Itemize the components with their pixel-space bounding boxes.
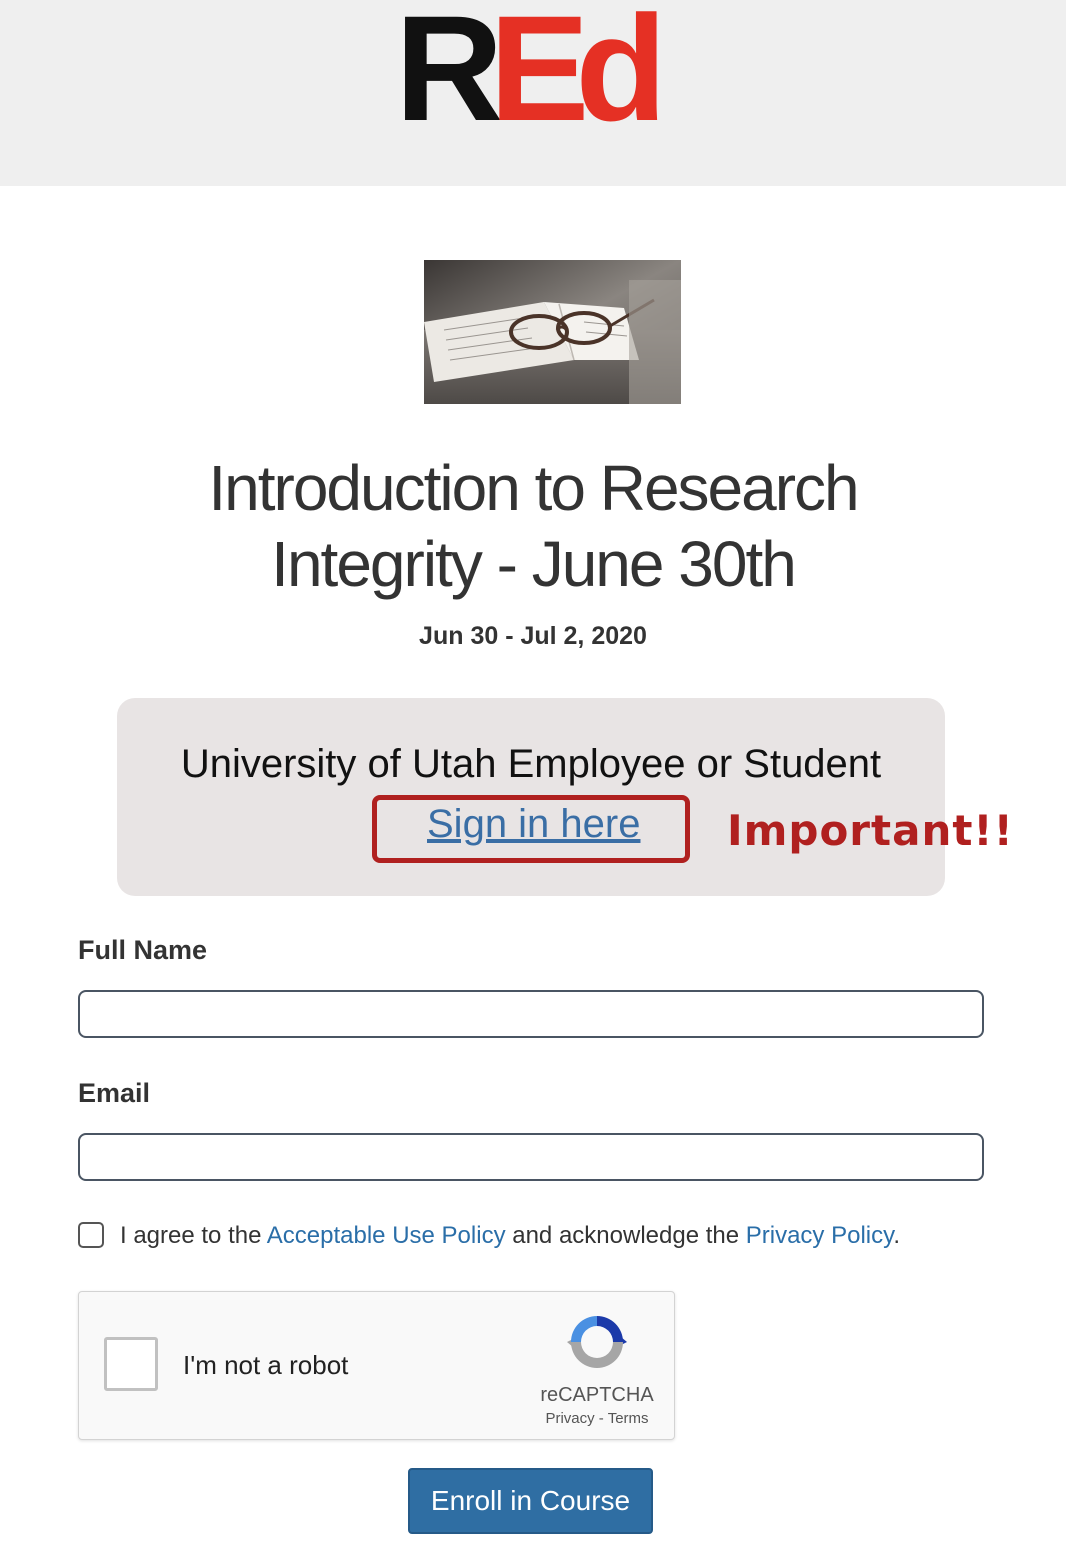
agree-middle: and acknowledge the [512, 1222, 740, 1249]
header-bar: REd [0, 0, 1066, 186]
agree-text: I agree to the Acceptable Use Policy and… [120, 1222, 900, 1250]
recaptcha-privacy-link[interactable]: Privacy [545, 1410, 594, 1427]
email-input[interactable] [78, 1133, 984, 1181]
recaptcha-icon [567, 1316, 627, 1368]
privacy-policy-link[interactable]: Privacy Policy [746, 1222, 894, 1249]
full-name-input[interactable] [78, 990, 984, 1038]
highlight-box [372, 795, 690, 863]
acceptable-use-policy-link[interactable]: Acceptable Use Policy [267, 1222, 506, 1249]
recaptcha-links: Privacy - Terms [519, 1410, 675, 1427]
recaptcha-separator: - [594, 1410, 608, 1427]
full-name-label: Full Name [78, 935, 208, 965]
course-title: Introduction to Research Integrity - Jun… [208, 452, 859, 600]
logo-ed: Ed [489, 0, 667, 152]
recaptcha-terms-link[interactable]: Terms [608, 1410, 649, 1427]
signin-heading: University of Utah Employee or Student [180, 742, 882, 786]
recaptcha-checkbox[interactable] [104, 1337, 158, 1391]
enroll-button[interactable]: Enroll in Course [408, 1468, 653, 1534]
recaptcha-widget: I'm not a robot reCAPTCHA Privacy - Term… [78, 1291, 675, 1440]
red-logo[interactable]: REd [395, 0, 667, 143]
agree-prefix: I agree to the [120, 1222, 262, 1249]
important-annotation: Important!! [727, 806, 1014, 855]
email-label: Email [78, 1078, 151, 1108]
logo-r: R [395, 0, 503, 152]
agree-checkbox[interactable] [78, 1222, 104, 1248]
course-image [424, 260, 681, 404]
course-dates: Jun 30 - Jul 2, 2020 [419, 622, 647, 650]
agree-suffix: . [893, 1222, 901, 1249]
glasses-notebook-image [424, 260, 681, 404]
recaptcha-label: I'm not a robot [183, 1350, 349, 1380]
recaptcha-brand: reCAPTCHA [540, 1384, 654, 1406]
